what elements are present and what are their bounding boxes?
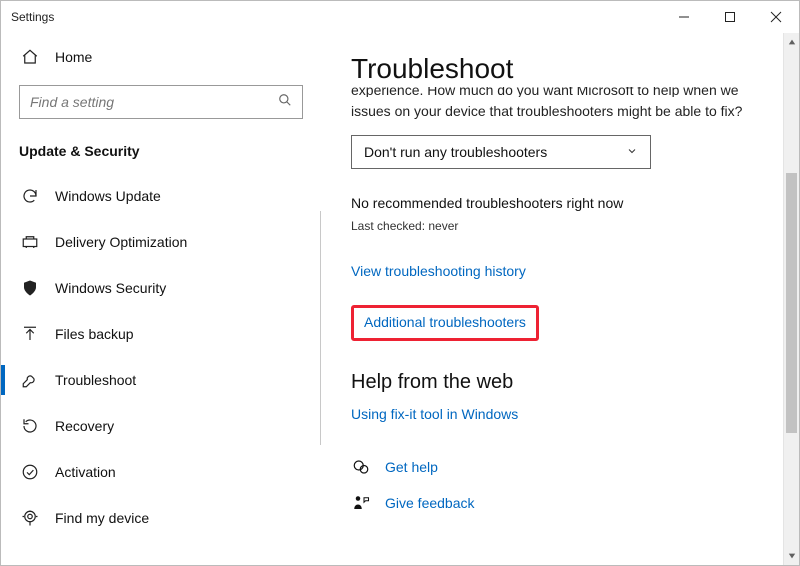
home-icon [19,48,41,66]
sidebar-item-label: Windows Security [55,280,166,296]
sync-icon [19,187,41,205]
get-help-row: Get help [351,458,753,476]
scroll-up-arrow[interactable] [784,33,799,51]
scrollbar-track[interactable] [784,51,799,547]
scroll-down-arrow[interactable] [784,547,799,565]
additional-troubleshooters-link[interactable]: Additional troubleshooters [364,314,526,330]
sidebar-item-recovery[interactable]: Recovery [1,403,321,449]
sidebar-item-label: Files backup [55,326,134,342]
shield-icon [19,279,41,297]
sidebar-item-home[interactable]: Home [1,37,321,77]
dropdown-value: Don't run any troubleshooters [364,144,547,160]
vertical-scrollbar[interactable] [783,33,799,565]
content: Troubleshoot experience. How much do you… [321,33,783,565]
sidebar-nav: Windows Update Delivery Optimization Win… [1,173,321,541]
sidebar-item-find-my-device[interactable]: Find my device [1,495,321,541]
last-checked-text: Last checked: never [351,219,753,233]
window-body: Home Update & Security Windows Update [1,33,799,565]
recovery-icon [19,417,41,435]
minimize-button[interactable] [661,1,707,33]
help-from-web-heading: Help from the web [351,371,753,394]
scrollbar-thumb[interactable] [786,173,797,433]
main-area: Troubleshoot experience. How much do you… [321,33,799,565]
no-recommended-text: No recommended troubleshooters right now [351,195,753,211]
maximize-button[interactable] [707,1,753,33]
chevron-down-icon [626,144,638,160]
sidebar-item-activation[interactable]: Activation [1,449,321,495]
backup-icon [19,325,41,343]
get-help-icon [351,458,371,476]
find-device-icon [19,509,41,527]
sidebar-section-header: Update & Security [1,129,321,167]
sidebar-item-windows-security[interactable]: Windows Security [1,265,321,311]
sidebar-item-label: Find my device [55,510,149,526]
search-input[interactable] [30,94,278,110]
troubleshoot-preference-dropdown[interactable]: Don't run any troubleshooters [351,135,651,169]
page-title: Troubleshoot [351,53,753,85]
sidebar-item-troubleshoot[interactable]: Troubleshoot [1,357,321,403]
sidebar-item-label: Delivery Optimization [55,234,187,250]
sidebar-item-files-backup[interactable]: Files backup [1,311,321,357]
give-feedback-link[interactable]: Give feedback [385,495,475,511]
sidebar-item-delivery-optimization[interactable]: Delivery Optimization [1,219,321,265]
feedback-icon [351,494,371,512]
sidebar-item-label: Recovery [55,418,114,434]
delivery-icon [19,233,41,251]
sidebar: Home Update & Security Windows Update [1,33,321,565]
wrench-icon [19,371,41,389]
sidebar-item-windows-update[interactable]: Windows Update [1,173,321,219]
search-box[interactable] [19,85,303,119]
fixit-link[interactable]: Using fix-it tool in Windows [351,406,518,422]
additional-troubleshooters-highlight: Additional troubleshooters [351,305,539,341]
search-container [1,77,321,129]
window-title: Settings [11,10,54,24]
home-label: Home [55,49,92,65]
close-button[interactable] [753,1,799,33]
sidebar-item-label: Windows Update [55,188,161,204]
titlebar: Settings [1,1,799,33]
search-icon [278,93,292,112]
get-help-link[interactable]: Get help [385,459,438,475]
truncated-copy-line2: issues on your device that troubleshoote… [351,101,753,121]
give-feedback-row: Give feedback [351,494,753,512]
check-circle-icon [19,463,41,481]
sidebar-item-label: Troubleshoot [55,372,136,388]
settings-window: Settings Home [0,0,800,566]
truncated-copy-line1: experience. How much do you want Microso… [351,87,753,97]
view-history-link[interactable]: View troubleshooting history [351,263,526,279]
sidebar-item-label: Activation [55,464,116,480]
